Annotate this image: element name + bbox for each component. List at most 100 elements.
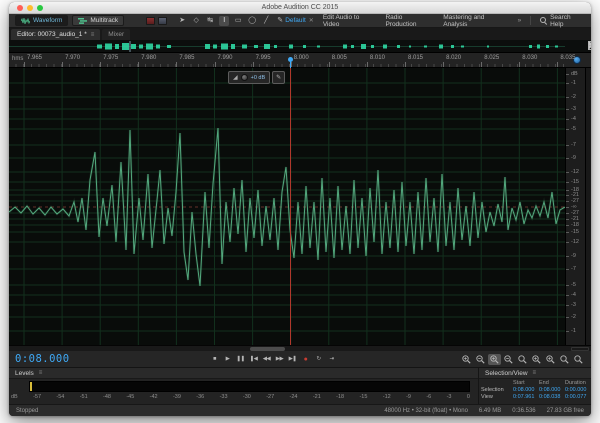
close-icon[interactable]: ✕ — [309, 17, 314, 24]
view-end-value[interactable]: 0:08.038 — [539, 394, 565, 400]
ruler-tick-label: 8.020 — [446, 55, 461, 61]
slip-tool-icon[interactable]: ↹ — [205, 16, 215, 26]
db-tick — [566, 285, 569, 286]
db-tick-label: -9 — [571, 155, 576, 161]
ruler-tick-label: 8.005 — [332, 55, 347, 61]
levels-panel: Levels ≡ dB-57-54-51-48-45-42-39-36-33-3… — [9, 368, 478, 404]
search-help[interactable]: Search Help — [540, 14, 585, 28]
selection-view-menu-icon[interactable]: ≡ — [533, 370, 537, 376]
total-duration: 0:36.536 — [512, 408, 535, 414]
file-size: 6.49 MB — [479, 408, 501, 414]
gain-knob[interactable] — [241, 74, 248, 81]
hud-overlay: ◢ +0 dB ✎ — [228, 71, 285, 84]
zoom-in-vertical-button[interactable] — [460, 354, 473, 365]
meter-scale-label: -39 — [173, 394, 181, 403]
spectral-pitch-display-icon[interactable] — [158, 17, 167, 25]
meter-scale-label: -12 — [383, 394, 391, 403]
zoom-in-horizontal-button[interactable] — [488, 354, 501, 365]
skip-selection-button[interactable]: ⇥ — [326, 354, 337, 365]
ruler-tick-label: 8.000 — [294, 55, 309, 61]
ruler-tick-label: 7.995 — [256, 55, 271, 61]
waveform-button-label: Waveform — [33, 17, 62, 24]
db-tick-label: -1 — [571, 328, 576, 334]
tab-mixer[interactable]: Mixer — [102, 29, 130, 40]
column-end: End — [539, 380, 565, 386]
selection-duration-value[interactable]: 0:00.000 — [565, 387, 591, 393]
loop-playback-button[interactable]: ↻ — [313, 354, 324, 365]
spectral-frequency-display-icon[interactable] — [146, 17, 155, 25]
ruler-tick-label: 7.985 — [179, 55, 194, 61]
zoom-in-left-edge-button[interactable] — [530, 354, 543, 365]
transport-bar: 0:08.000 ■▶❚❚❚◀◀◀▶▶▶❚●↻⇥ — [9, 351, 591, 368]
timeline-ruler[interactable]: hms 7.9657.9707.9757.9807.9857.9907.9958… — [9, 53, 591, 68]
hud-edit-button[interactable]: ✎ — [272, 71, 285, 84]
spot-healing-brush-icon[interactable]: ✎ — [275, 16, 285, 26]
db-tick — [566, 219, 569, 220]
multitrack-view-button[interactable]: Multitrack — [72, 15, 124, 26]
search-help-label: Search Help — [550, 14, 585, 28]
play-button[interactable]: ▶ — [222, 354, 233, 365]
db-tick — [566, 158, 569, 159]
title-bar[interactable]: Adobe Audition CC 2015 — [9, 2, 591, 14]
selection-end-value[interactable]: 0:08.000 — [539, 387, 565, 393]
workspace-item-default[interactable]: Default ✕ — [285, 17, 314, 24]
skip-to-start-button[interactable]: ❚◀ — [248, 354, 259, 365]
waveform-view-button[interactable]: Waveform — [15, 15, 68, 26]
workspace-item-edit-audio-to-video[interactable]: Edit Audio to Video — [323, 14, 377, 28]
playback-status: Stopped — [16, 408, 38, 414]
razor-tool-icon[interactable]: ◇ — [191, 16, 201, 26]
selection-view-table: Start End Duration Selection 0:08.000 0:… — [481, 380, 591, 400]
meter-scale-label: -57 — [33, 394, 41, 403]
reset-zoom-button[interactable] — [516, 354, 529, 365]
zoom-in-right-edge-button[interactable] — [544, 354, 557, 365]
waveform-canvas-area[interactable] — [9, 68, 565, 345]
panel-menu-icon[interactable]: ≡ — [91, 32, 95, 38]
ruler-tick-label: 8.010 — [370, 55, 385, 61]
meter-scale-label: -6 — [426, 394, 431, 403]
zoom-full-button[interactable] — [572, 354, 585, 365]
meter-scale-label: -21 — [313, 394, 321, 403]
current-time-display[interactable]: 0:08.000 — [15, 353, 70, 365]
tool-icons: ➤ ◇ ↹ I ▭ ◯ ╱ ✎ — [177, 16, 285, 26]
marquee-selection-tool-icon[interactable]: ▭ — [233, 16, 243, 26]
db-tick — [566, 83, 569, 84]
meter-scale-label: -24 — [290, 394, 298, 403]
zoom-out-vertical-button[interactable] — [474, 354, 487, 365]
rewind-button[interactable]: ◀◀ — [261, 354, 272, 365]
paintbrush-tool-icon[interactable]: ╱ — [261, 16, 271, 26]
multitrack-button-label: Multitrack — [90, 17, 118, 24]
zoom-to-selection-button[interactable] — [558, 354, 571, 365]
waveform-overview-strip[interactable] — [9, 40, 591, 53]
vertical-scrollbar[interactable] — [585, 68, 591, 345]
ruler-tick-label: 7.975 — [103, 55, 118, 61]
workspace-item-mastering-analysis[interactable]: Mastering and Analysis — [443, 14, 508, 28]
view-duration-value[interactable]: 0:00.077 — [565, 394, 591, 400]
time-selection-tool-icon[interactable]: I — [219, 16, 229, 26]
hud-gain-control[interactable]: ◢ +0 dB — [228, 71, 270, 84]
db-tick — [566, 242, 569, 243]
ruler-tick-label: 7.970 — [65, 55, 80, 61]
db-tick — [566, 201, 569, 202]
db-ruler[interactable]: dB-1-2-3-4-5-7-9-12-15-18-21-27-∞-27-21-… — [565, 68, 585, 345]
db-tick — [566, 129, 569, 130]
lasso-selection-tool-icon[interactable]: ◯ — [247, 16, 257, 26]
record-button[interactable]: ● — [300, 354, 311, 365]
zoom-out-horizontal-button[interactable] — [502, 354, 515, 365]
db-tick — [566, 269, 569, 270]
divider — [530, 16, 531, 25]
hud-gain-value[interactable]: +0 dB — [251, 75, 266, 81]
workspace-overflow-chevron[interactable]: » — [518, 17, 522, 24]
skip-to-end-button[interactable]: ▶❚ — [287, 354, 298, 365]
levels-panel-menu-icon[interactable]: ≡ — [39, 370, 43, 376]
move-tool-icon[interactable]: ➤ — [177, 16, 187, 26]
fast-forward-button[interactable]: ▶▶ — [274, 354, 285, 365]
grid-icon[interactable] — [588, 41, 591, 50]
tab-editor[interactable]: Editor: 00073_audio_1 * ≡ — [11, 29, 100, 40]
view-start-value[interactable]: 0:07.961 — [513, 394, 539, 400]
workspace-item-radio-production[interactable]: Radio Production — [385, 14, 434, 28]
pause-button[interactable]: ❚❚ — [235, 354, 246, 365]
selection-start-value[interactable]: 0:08.000 — [513, 387, 539, 393]
meter-scale: dB-57-54-51-48-45-42-39-36-33-30-27-24-2… — [11, 394, 470, 403]
zoom-buttons — [460, 354, 585, 365]
stop-button[interactable]: ■ — [209, 354, 220, 365]
